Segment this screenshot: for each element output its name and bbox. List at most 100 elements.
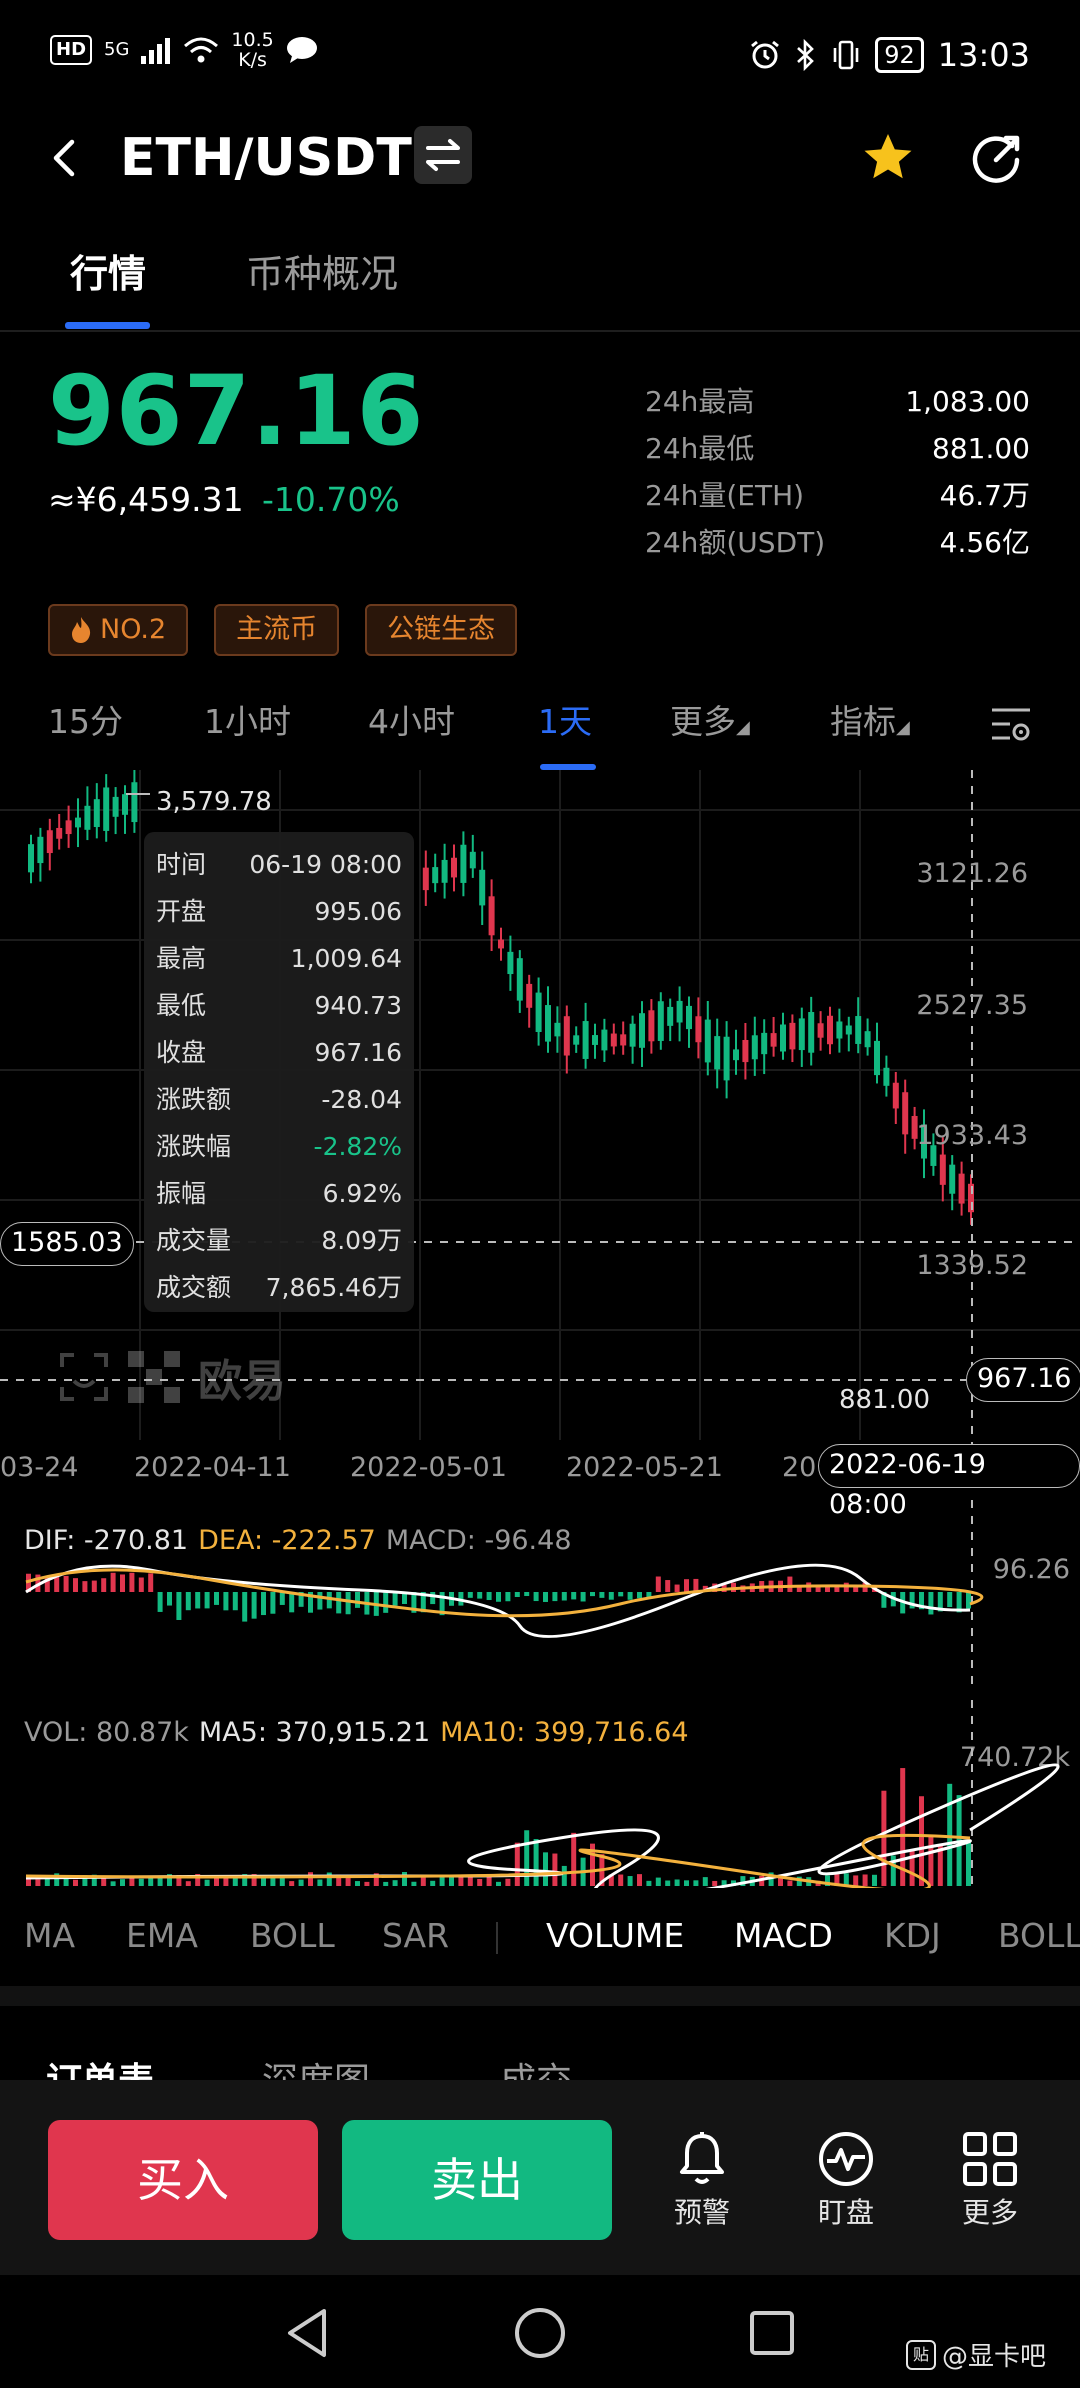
nav-back-icon[interactable] <box>280 2305 336 2361</box>
macd-bar <box>214 1592 219 1605</box>
volume-bar <box>26 1879 31 1886</box>
volume-bar <box>665 1880 671 1886</box>
candle-body <box>742 1039 749 1063</box>
period-1d[interactable]: 1天 <box>538 700 592 744</box>
candle-body <box>28 844 34 873</box>
candle-body <box>610 1033 617 1047</box>
pair-title[interactable]: ETH/USDT <box>120 128 412 188</box>
period-more-label: 更多 <box>670 702 736 741</box>
tab-market[interactable]: 行情 <box>70 250 146 298</box>
volume-bar <box>646 1880 652 1886</box>
volume-bar <box>571 1832 577 1886</box>
candle-body <box>958 1173 965 1204</box>
volume-bar <box>693 1880 699 1886</box>
macd-bar <box>232 1592 238 1611</box>
vol-y-tick: 740.72k <box>960 1742 1070 1773</box>
period-more[interactable]: 更多◢ <box>670 700 750 750</box>
macd-bar <box>91 1580 97 1592</box>
back-arrow-icon[interactable] <box>40 128 90 188</box>
x-tick: 20 <box>782 1452 816 1483</box>
sell-button[interactable]: 卖出 <box>342 2120 612 2240</box>
watch-button[interactable]: 盯盘 <box>796 2130 896 2232</box>
volume-bar <box>185 1881 191 1886</box>
period-1h[interactable]: 1小时 <box>204 700 291 744</box>
nav-recents-icon[interactable] <box>744 2305 800 2361</box>
volume-bar <box>449 1877 454 1886</box>
section-divider <box>0 1986 1080 2006</box>
macd-bar <box>383 1592 389 1613</box>
volume-bar <box>872 1874 877 1886</box>
stat-row-low: 24h最低 881.00 <box>645 427 1030 474</box>
indicator-kdj[interactable]: KDJ <box>884 1914 941 1958</box>
tooltip-value: 7,865.46万 <box>265 1273 402 1302</box>
stat-row-turnover: 24h额(USDT) 4.56亿 <box>645 521 1030 568</box>
chart-settings-icon[interactable] <box>990 704 1032 746</box>
indicator-boll-sub[interactable]: BOLL <box>998 1914 1080 1958</box>
more-button[interactable]: 更多 <box>940 2130 1040 2232</box>
macd-bar <box>73 1578 78 1592</box>
volume-bar <box>120 1879 125 1886</box>
macd-bar <box>477 1592 483 1599</box>
indicator-sar[interactable]: SAR <box>382 1914 449 1958</box>
network-type: 5G <box>104 39 130 60</box>
volume-bar <box>561 1865 567 1886</box>
candle-body <box>441 859 448 883</box>
indicator-ma[interactable]: MA <box>24 1914 75 1958</box>
candle-body <box>704 1019 711 1063</box>
y-tick: 1933.43 <box>916 1120 1028 1151</box>
macd-bar <box>552 1592 558 1602</box>
macd-bar <box>580 1592 586 1602</box>
y-tick: 1339.52 <box>916 1250 1028 1281</box>
period-4h[interactable]: 4小时 <box>368 700 455 744</box>
forum-watermark: 贴 @显卡吧 <box>906 2336 1046 2373</box>
favorite-star-icon[interactable] <box>858 128 918 188</box>
tag-mainstream[interactable]: 主流币 <box>214 604 340 656</box>
candle-body <box>733 1049 739 1061</box>
tooltip-row: 成交量 8.09万 <box>156 1218 402 1265</box>
main-tabs: 行情 币种概况 <box>0 232 1080 332</box>
indicator-volume[interactable]: VOLUME <box>546 1914 684 1958</box>
share-icon[interactable] <box>966 128 1026 188</box>
stat-label: 24h量(ETH) <box>645 479 805 512</box>
grid-icon <box>963 2132 1017 2186</box>
indicator-menu[interactable]: 指标◢ <box>830 700 910 750</box>
candle-body <box>639 1013 645 1048</box>
alert-button[interactable]: 预警 <box>652 2130 752 2232</box>
volume-bar <box>618 1874 624 1886</box>
indicator-macd[interactable]: MACD <box>734 1914 833 1958</box>
tag-rank[interactable]: NO.2 <box>48 604 189 656</box>
tooltip-value: 6.92% <box>322 1179 402 1208</box>
tooltip-row: 时间 06-19 08:00 <box>156 842 402 889</box>
tab-coin-overview[interactable]: 币种概况 <box>246 250 398 298</box>
buy-button[interactable]: 买入 <box>48 2120 318 2240</box>
candle-body <box>770 1033 777 1047</box>
candle-body <box>808 1012 815 1053</box>
macd-bar <box>561 1592 567 1601</box>
pulse-icon <box>819 2132 873 2186</box>
tooltip-row: 最高 1,009.64 <box>156 936 402 983</box>
macd-bar <box>947 1592 953 1608</box>
indicator-boll[interactable]: BOLL <box>250 1914 335 1958</box>
macd-bar <box>345 1592 351 1615</box>
bluetooth-icon <box>797 39 815 71</box>
alert-label: 预警 <box>673 2196 730 2229</box>
macd-bar <box>524 1592 530 1597</box>
indicator-ema[interactable]: EMA <box>126 1914 198 1958</box>
nav-home-icon[interactable] <box>512 2305 568 2361</box>
volume-bar <box>533 1839 539 1886</box>
candle-body <box>545 1005 551 1042</box>
signal-icon <box>141 38 171 64</box>
candle-body <box>657 1001 664 1041</box>
tooltip-value: 940.73 <box>314 991 402 1020</box>
period-15m[interactable]: 15分 <box>48 700 123 744</box>
macd-bar <box>496 1592 501 1602</box>
volume-bar <box>308 1872 313 1886</box>
volume-bar <box>524 1830 530 1886</box>
candle-body <box>122 794 128 815</box>
candle-body <box>507 951 514 975</box>
tag-public-chain[interactable]: 公链生态 <box>365 604 518 656</box>
swap-pair-button[interactable] <box>414 126 472 184</box>
tooltip-row: 成交额 7,865.46万 <box>156 1265 402 1312</box>
volume-bar <box>402 1872 407 1886</box>
candle-body <box>451 857 457 878</box>
